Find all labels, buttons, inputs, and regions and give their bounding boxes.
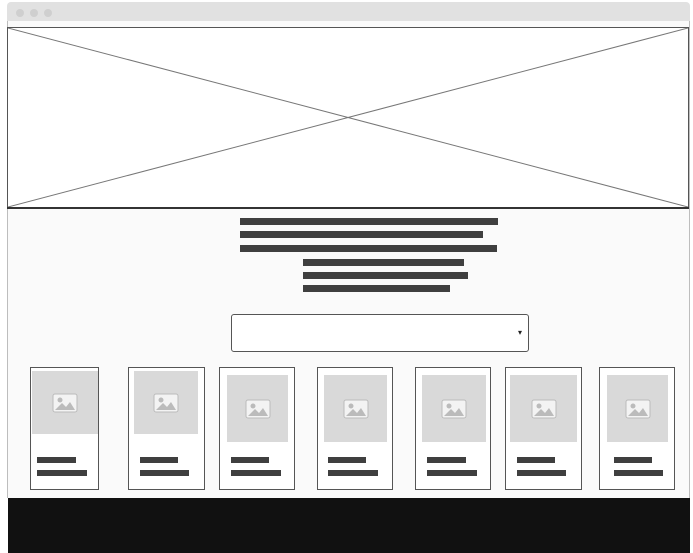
image-icon bbox=[531, 399, 556, 418]
placeholder-cross-icon bbox=[8, 28, 688, 207]
card-subtitle-line bbox=[37, 470, 87, 476]
close-dot[interactable] bbox=[16, 9, 24, 17]
window-titlebar bbox=[7, 2, 690, 21]
dropdown-select[interactable]: ▾ bbox=[231, 314, 529, 352]
card-title-line bbox=[427, 457, 466, 463]
maximize-dot[interactable] bbox=[44, 9, 52, 17]
product-card[interactable] bbox=[505, 367, 582, 490]
subheadline-line bbox=[303, 285, 450, 292]
image-icon bbox=[52, 393, 78, 412]
card-thumbnail bbox=[607, 375, 668, 442]
card-subtitle-line bbox=[517, 470, 566, 476]
card-thumbnail bbox=[510, 375, 577, 442]
card-title-line bbox=[37, 457, 76, 463]
card-title-line bbox=[328, 457, 366, 463]
image-icon bbox=[343, 399, 368, 418]
product-card[interactable] bbox=[415, 367, 491, 490]
card-title-line bbox=[231, 457, 269, 463]
card-title-line bbox=[517, 457, 555, 463]
headline-line bbox=[240, 245, 497, 252]
card-thumbnail bbox=[227, 375, 288, 442]
product-card[interactable] bbox=[599, 367, 675, 490]
image-icon bbox=[441, 399, 467, 418]
hero-image-placeholder bbox=[7, 27, 689, 208]
card-thumbnail bbox=[422, 375, 486, 442]
subheadline-line bbox=[303, 259, 464, 266]
headline-line bbox=[240, 218, 498, 225]
card-subtitle-line bbox=[140, 470, 189, 476]
product-card[interactable] bbox=[219, 367, 295, 490]
card-subtitle-line bbox=[614, 470, 663, 476]
card-subtitle-line bbox=[427, 470, 477, 476]
card-subtitle-line bbox=[328, 470, 378, 476]
dropdown-arrow-icon: ▾ bbox=[517, 328, 522, 337]
product-card[interactable] bbox=[128, 367, 205, 490]
card-title-line bbox=[614, 457, 652, 463]
product-card[interactable] bbox=[30, 367, 99, 490]
product-card[interactable] bbox=[317, 367, 393, 490]
image-icon bbox=[245, 399, 270, 418]
minimize-dot[interactable] bbox=[30, 9, 38, 17]
page-footer bbox=[8, 498, 690, 553]
card-thumbnail bbox=[32, 371, 98, 434]
image-icon bbox=[625, 399, 650, 418]
card-title-line bbox=[140, 457, 178, 463]
card-thumbnail bbox=[134, 371, 198, 434]
image-icon bbox=[153, 393, 179, 412]
subheadline-line bbox=[303, 272, 468, 279]
headline-line bbox=[240, 231, 483, 238]
card-subtitle-line bbox=[231, 470, 281, 476]
hero-divider bbox=[7, 207, 689, 209]
card-thumbnail bbox=[324, 375, 387, 442]
